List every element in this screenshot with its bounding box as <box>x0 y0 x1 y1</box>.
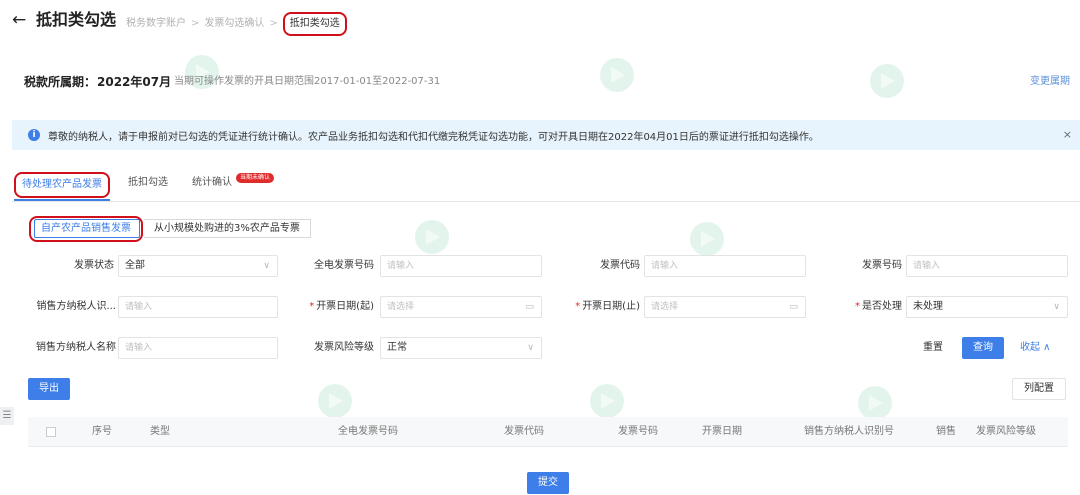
table-header: 序号 类型 全电发票号码 发票代码 发票号码 开票日期 销售方纳税人识别号 销售… <box>28 417 1068 447</box>
invoice-status-value: 全部 <box>125 260 145 271</box>
column-header: 全电发票号码 <box>338 426 398 437</box>
close-icon[interactable]: × <box>1063 128 1072 141</box>
invoice-no-input[interactable]: 请输入 <box>906 255 1068 277</box>
issue-date-end-placeholder: 请选择 <box>651 302 679 312</box>
reset-button[interactable]: 重置 <box>912 337 954 359</box>
invoice-code-label: 发票代码 <box>600 260 640 271</box>
invoice-no-label: 发票号码 <box>862 260 902 271</box>
invoice-status-label: 发票状态 <box>74 260 114 271</box>
watermark-logo <box>690 222 724 256</box>
breadcrumb-item[interactable]: 税务数字账户 <box>126 16 186 32</box>
column-header: 销售 <box>936 426 956 437</box>
tab-divider <box>12 201 1080 202</box>
issue-date-end-text: 开票日期(止) <box>582 301 640 312</box>
change-period-link[interactable]: 变更属期 <box>1030 75 1070 89</box>
watermark-logo <box>415 220 449 254</box>
issue-date-end-picker[interactable]: 请选择 ▭ <box>644 296 806 318</box>
column-header: 销售方纳税人识别号 <box>804 426 894 437</box>
breadcrumb-current: 抵扣类勾选 <box>282 12 347 36</box>
breadcrumb-separator: > <box>269 18 278 29</box>
watermark-logo <box>858 386 892 420</box>
query-button[interactable]: 查询 <box>962 337 1004 359</box>
issue-date-start-text: 开票日期(起) <box>316 301 374 312</box>
column-header: 开票日期 <box>702 426 742 437</box>
status-badge: 当期未确认 <box>236 173 275 183</box>
column-header: 类型 <box>150 426 170 437</box>
select-all-checkbox[interactable] <box>46 427 56 437</box>
seller-name-input[interactable]: 请输入 <box>118 337 278 359</box>
issue-date-start-placeholder: 请选择 <box>387 302 415 312</box>
subtab-small-scale-3pct[interactable]: 从小规模处购进的3%农产品专票 <box>144 219 311 238</box>
column-config-button[interactable]: 列配置 <box>1012 378 1066 400</box>
page-title: 抵扣类勾选 <box>36 10 117 29</box>
issue-date-start-picker[interactable]: 请选择 ▭ <box>380 296 542 318</box>
issue-date-start-label: * 开票日期(起) <box>290 296 374 318</box>
risk-level-value: 正常 <box>387 342 407 353</box>
calendar-icon: ▭ <box>789 302 798 312</box>
menu-icon[interactable]: ☰ <box>0 407 14 425</box>
invoice-code-input[interactable]: 请输入 <box>644 255 806 277</box>
breadcrumb: 税务数字账户 > 发票勾选确认 > 抵扣类勾选 <box>126 12 347 36</box>
submit-button[interactable]: 提交 <box>527 472 569 494</box>
info-icon: i <box>28 129 40 141</box>
risk-level-select[interactable]: 正常 ∨ <box>380 337 542 359</box>
risk-level-label: 发票风险等级 <box>314 342 374 353</box>
tab-deduct-select[interactable]: 抵扣勾选 <box>128 175 168 191</box>
arrow-left-icon[interactable]: ← <box>12 9 26 31</box>
export-button[interactable]: 导出 <box>28 378 70 400</box>
chevron-down-icon: ∨ <box>1053 302 1060 312</box>
period-label: 税款所属期： <box>24 75 97 89</box>
seller-tax-id-input[interactable]: 请输入 <box>118 296 278 318</box>
column-header: 发票号码 <box>618 426 658 437</box>
seller-name-label: 销售方纳税人名称 <box>36 342 116 353</box>
watermark-logo <box>600 58 634 92</box>
column-header: 发票风险等级 <box>976 426 1036 437</box>
notice-text: 尊敬的纳税人，请于申报前对已勾选的凭证进行统计确认。农产品业务抵扣勾选和代扣代缴… <box>48 131 819 143</box>
tab-stats-confirm[interactable]: 统计确认 <box>192 175 232 191</box>
watermark-logo <box>870 64 904 98</box>
watermark-logo <box>318 384 352 418</box>
period-range-text: 当期可操作发票的开具日期范围2017-01-01至2022-07-31 <box>174 76 441 87</box>
full-invoice-no-label: 全电发票号码 <box>314 260 374 271</box>
watermark-logo <box>590 384 624 418</box>
seller-tax-id-label: 销售方纳税人识... <box>36 301 116 312</box>
processed-select[interactable]: 未处理 ∨ <box>906 296 1068 318</box>
required-mark: * <box>855 301 860 312</box>
processed-text: 是否处理 <box>862 301 902 312</box>
processed-value: 未处理 <box>913 301 943 312</box>
issue-date-end-label: * 开票日期(止) <box>556 296 640 318</box>
invoice-status-select[interactable]: 全部 ∨ <box>118 255 278 277</box>
collapse-button[interactable]: 收起 ∧ <box>1020 337 1051 359</box>
calendar-icon: ▭ <box>525 302 534 312</box>
chevron-down-icon: ∨ <box>263 261 270 271</box>
full-invoice-no-input[interactable]: 请输入 <box>380 255 542 277</box>
processed-label: * 是否处理 <box>830 296 902 318</box>
breadcrumb-separator: > <box>191 18 200 29</box>
required-mark: * <box>575 301 581 312</box>
required-mark: * <box>309 301 315 312</box>
breadcrumb-item[interactable]: 发票勾选确认 <box>204 16 264 32</box>
subtab-self-produced[interactable]: 自产农产品销售发票 <box>29 216 143 242</box>
period-value: 2022年07月 <box>97 75 172 89</box>
column-header: 序号 <box>92 426 112 437</box>
notice-banner: i 尊敬的纳税人，请于申报前对已勾选的凭证进行统计确认。农产品业务抵扣勾选和代扣… <box>12 120 1080 150</box>
chevron-down-icon: ∨ <box>527 343 534 353</box>
tab-pending-agri-invoices[interactable]: 待处理农产品发票 <box>14 172 110 198</box>
column-header: 发票代码 <box>504 426 544 437</box>
